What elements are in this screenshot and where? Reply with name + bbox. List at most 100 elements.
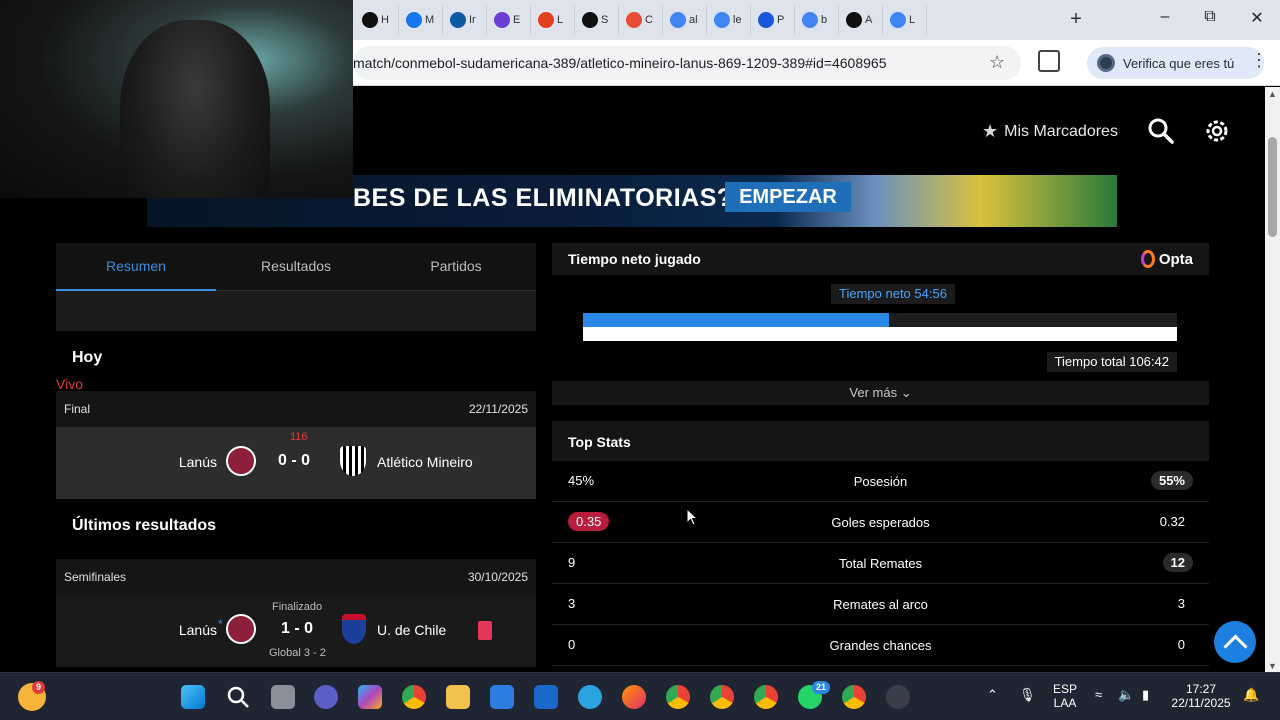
mis-marcadores-link[interactable]: ★ Mis Marcadores <box>982 121 1118 142</box>
browser-tab[interactable]: M <box>399 6 443 34</box>
new-tab-button[interactable]: + <box>1066 8 1086 31</box>
edge-icon <box>450 12 466 28</box>
live-label: Vivo <box>56 376 83 392</box>
google-icon <box>890 12 906 28</box>
outlook-icon[interactable] <box>534 685 558 709</box>
browser-tab-title: S <box>601 14 609 26</box>
copilot-icon[interactable] <box>358 685 382 709</box>
stage-label: Semifinales <box>64 570 127 584</box>
wifi-icon[interactable]: ≈ <box>1095 687 1102 702</box>
ver-mas-button[interactable]: Ver más ⌄ <box>552 381 1209 405</box>
net-time-header: Tiempo neto jugado Opta <box>552 243 1209 275</box>
webcam-overlay <box>0 0 353 198</box>
scroll-to-top-button[interactable] <box>1214 621 1256 663</box>
winner-star-icon: * <box>218 617 223 631</box>
browser-tab[interactable]: C <box>619 6 663 34</box>
stat-row: 9 Total Remates 12 <box>552 543 1209 584</box>
clock-date: 22/11/2025 <box>1171 696 1231 710</box>
file-explorer-icon[interactable] <box>446 685 470 709</box>
shield-icon <box>494 12 510 28</box>
input-language[interactable]: ESP LAA <box>1050 682 1080 710</box>
chrome-profile-icon[interactable] <box>666 685 690 709</box>
stat-label: Total Remates <box>838 556 923 571</box>
taskbar: 9 21 ⌃ 🎙 ESP LAA ≈ 🔈 ▮ 17:27 22/11/2025 … <box>0 672 1280 720</box>
extensions-icon[interactable] <box>1038 50 1060 72</box>
page-scrollbar[interactable]: ▲ ▼ <box>1265 87 1280 672</box>
atletico-mineiro-crest-icon <box>340 446 366 476</box>
tab-resumen[interactable]: Resumen <box>56 243 216 290</box>
minimize-button[interactable]: – <box>1150 8 1180 26</box>
browser-tab[interactable]: E <box>487 6 531 34</box>
task-view-icon[interactable] <box>271 685 295 709</box>
telegram-icon[interactable] <box>578 685 602 709</box>
search-icon[interactable] <box>1147 117 1175 145</box>
gear-icon[interactable] <box>1203 117 1231 145</box>
tab-partidos[interactable]: Partidos <box>376 243 536 290</box>
opta-logo: Opta <box>1140 250 1193 268</box>
stat-label: Posesión <box>853 474 908 489</box>
away-stat-value: 55% <box>1150 471 1193 490</box>
close-window-button[interactable]: ✕ <box>1242 8 1272 28</box>
away-team: Atlético Mineiro <box>377 454 473 470</box>
scrollbar-thumb[interactable] <box>1268 137 1277 237</box>
taskbar-search-icon[interactable] <box>226 685 250 709</box>
top-stats-heading: Top Stats <box>552 421 1209 461</box>
firefox-icon[interactable] <box>622 685 646 709</box>
tab-list: H M Ir E L S Cal le Pb A L <box>355 6 927 34</box>
url-text[interactable]: match/conmebol-sudamericana-389/atletico… <box>353 55 887 71</box>
browser-tab-title: al <box>689 14 698 26</box>
profile-verify-label: Verifica que eres tú <box>1123 55 1235 71</box>
browser-tab[interactable]: S <box>575 6 619 34</box>
recent-match-strip: Semifinales 30/10/2025 <box>56 559 536 595</box>
microphone-icon[interactable]: 🎙 <box>1019 687 1036 703</box>
left-column: Resumen Resultados Partidos Hoy Vivo Fin… <box>56 243 536 667</box>
browser-tab[interactable]: L <box>883 6 927 34</box>
scroll-down-arrow-icon[interactable]: ▼ <box>1268 661 1277 671</box>
notifications-bell-icon[interactable]: 🔔 <box>1243 687 1259 703</box>
banner-cta-button[interactable]: EMPEZAR <box>725 182 851 212</box>
lanus-crest-icon <box>226 446 256 476</box>
battery-icon[interactable]: ▮ <box>1142 687 1149 703</box>
windows-start-icon[interactable] <box>181 685 205 709</box>
maximize-button[interactable]: ⧉ <box>1195 8 1225 26</box>
chrome-profile-icon[interactable] <box>754 685 778 709</box>
browser-menu-icon[interactable]: ⋮ <box>1250 50 1268 71</box>
today-match-row[interactable]: 116 Lanús 0 - 0 Atlético Mineiro <box>56 427 536 499</box>
chrome-icon[interactable] <box>402 685 426 709</box>
recent-match-row[interactable]: Finalizado Lanús * 1 - 0 U. de Chile Glo… <box>56 595 536 667</box>
tab-resultados[interactable]: Resultados <box>216 243 376 290</box>
clock[interactable]: 17:27 22/11/2025 <box>1168 682 1234 710</box>
store-icon[interactable] <box>490 685 514 709</box>
browser-tab-title: P <box>777 14 785 26</box>
browser-tab[interactable]: P <box>751 6 795 34</box>
left-tabs: Resumen Resultados Partidos <box>56 243 536 291</box>
obs-icon[interactable] <box>886 685 910 709</box>
browser-tab[interactable]: b <box>795 6 839 34</box>
tray-overflow-icon[interactable]: ⌃ <box>987 687 998 703</box>
teams-icon[interactable] <box>314 685 338 709</box>
scroll-up-arrow-icon[interactable]: ▲ <box>1268 89 1277 99</box>
browser-tab[interactable]: L <box>531 6 575 34</box>
browser-tab[interactable]: A <box>839 6 883 34</box>
google-icon <box>670 12 686 28</box>
browser-tab[interactable]: le <box>707 6 751 34</box>
bookmark-star-icon[interactable]: ☆ <box>989 52 1005 73</box>
stage-label: Final <box>64 402 91 416</box>
away-stat-value: 12 <box>1162 553 1193 572</box>
top-stats-list: 45% Posesión 55% 0.35 Goles esperados 0.32 9 To… <box>552 461 1209 666</box>
keyboard-layout: LAA <box>1053 696 1077 710</box>
profile-verify-button[interactable]: Verifica que eres tú <box>1087 47 1264 79</box>
meta-icon <box>406 12 422 28</box>
omnibox[interactable]: match/conmebol-sudamericana-389/atletico… <box>353 46 1021 80</box>
browser-tab[interactable]: al <box>663 6 707 34</box>
star-icon: ★ <box>982 121 999 141</box>
chrome-profile-icon[interactable] <box>710 685 734 709</box>
chrome-profile-icon[interactable] <box>842 685 866 709</box>
volume-icon[interactable]: 🔈 <box>1118 687 1134 703</box>
browser-tab[interactable]: Ir <box>443 6 487 34</box>
total-time-label: Tiempo total 106:42 <box>1046 352 1177 372</box>
live-minute: 116 <box>290 431 308 443</box>
provider-name: Opta <box>1158 250 1193 268</box>
browser-tab[interactable]: H <box>355 6 399 34</box>
recent-results-heading: Últimos resultados <box>56 499 536 559</box>
